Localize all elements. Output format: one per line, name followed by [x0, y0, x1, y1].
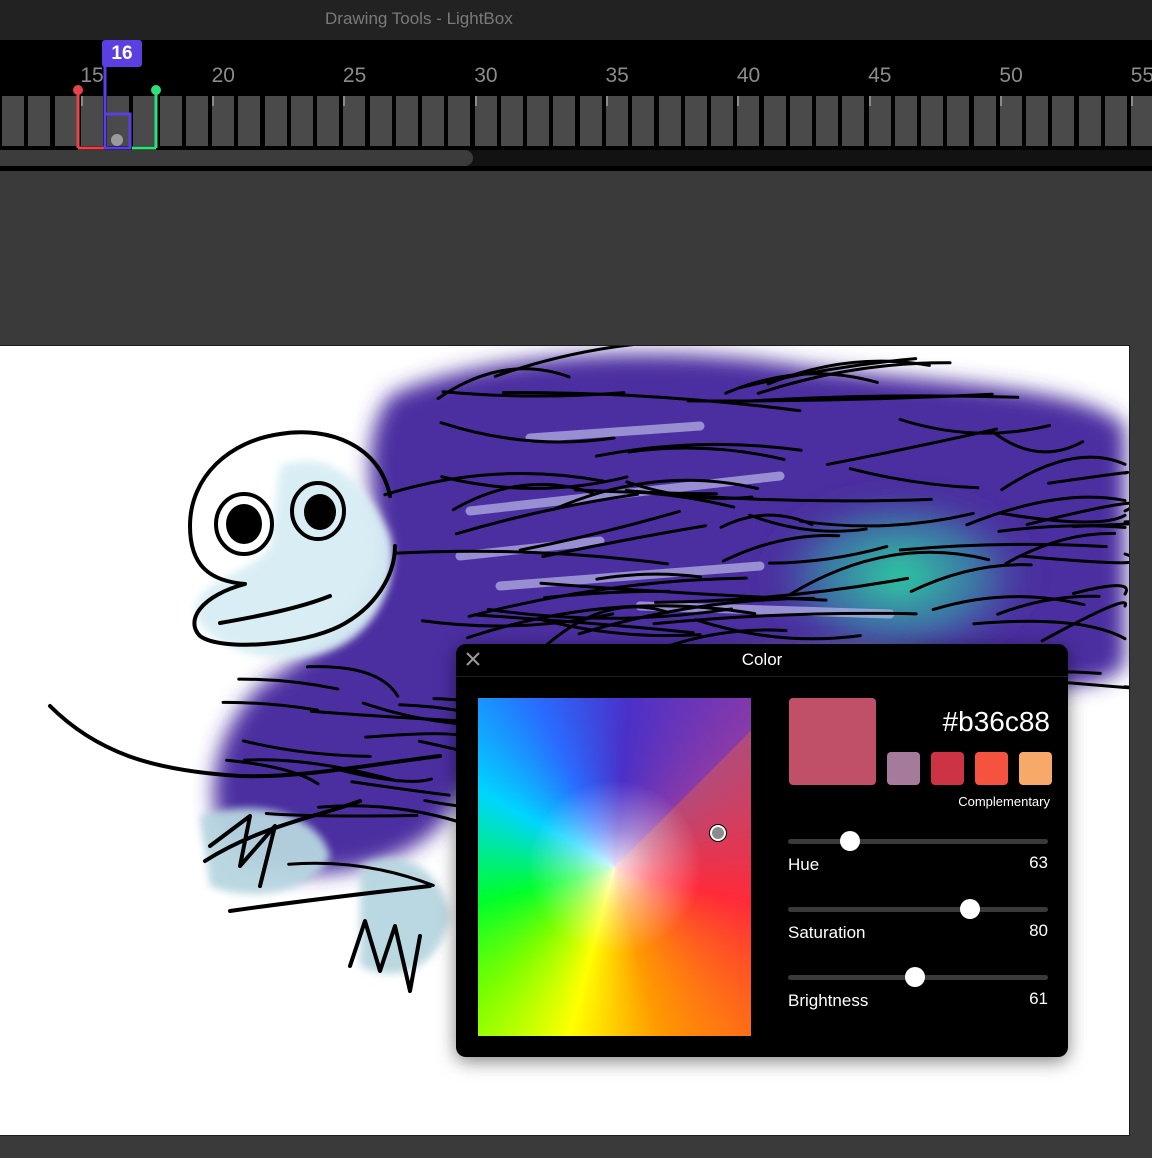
frame-tick [605, 96, 608, 106]
frame-tick [474, 96, 477, 106]
frame-tick [1131, 96, 1134, 106]
frame-cell[interactable] [1078, 96, 1101, 146]
slider-thumb-hue[interactable] [840, 831, 861, 851]
frame-cell[interactable] [763, 96, 786, 146]
slider-thumb-saturation[interactable] [960, 899, 980, 919]
frame-cell[interactable] [395, 96, 418, 146]
hex-value[interactable]: #b36c88 [886, 706, 1050, 738]
frame-cell[interactable] [684, 96, 707, 146]
frame-cell[interactable] [28, 96, 51, 146]
frame-cell[interactable] [947, 96, 970, 146]
frame-tick [868, 96, 871, 106]
frame-tick [737, 96, 740, 106]
frame-tick [343, 96, 346, 106]
color-panel-header: Color [456, 644, 1068, 677]
frame-cell[interactable] [317, 96, 340, 146]
frame-cell[interactable] [500, 96, 523, 146]
palette-swatch[interactable] [931, 752, 964, 785]
palette-caption: Complementary [958, 794, 1050, 809]
slider-label: Brightness [788, 991, 869, 1010]
current-color-swatch [789, 698, 876, 785]
frame-cell[interactable] [185, 96, 208, 146]
frame-cell[interactable] [264, 96, 287, 146]
color-panel-title: Color [741, 650, 783, 669]
frame-cell[interactable] [658, 96, 681, 146]
ruler-label: 20 [211, 64, 235, 87]
frame-cell[interactable] [894, 96, 917, 146]
ruler-label: 35 [605, 64, 629, 87]
frame-cell[interactable] [553, 96, 576, 146]
slider-value: 80 [1029, 921, 1048, 940]
slider-value: 63 [1029, 853, 1048, 872]
frame-cell[interactable] [605, 96, 628, 146]
palette-swatch[interactable] [975, 752, 1008, 785]
frame-cell[interactable] [816, 96, 839, 146]
timeline-scrollbar-thumb[interactable] [0, 150, 473, 166]
slider-track-hue[interactable] [788, 839, 1048, 844]
frame-cell[interactable] [1131, 96, 1152, 146]
frame-cell[interactable] [343, 96, 366, 146]
frame-cell[interactable] [999, 96, 1022, 146]
frame-cell[interactable] [711, 96, 734, 146]
window-title: Drawing Tools - LightBox [325, 9, 513, 28]
frame-cell[interactable] [789, 96, 812, 146]
frame-strip[interactable] [0, 96, 1152, 146]
frame-cell[interactable] [1104, 96, 1127, 146]
slider-track-saturation[interactable] [788, 907, 1048, 912]
frame-cell[interactable] [212, 96, 235, 146]
slider-label: Hue [788, 855, 820, 874]
frame-cell[interactable] [527, 96, 550, 146]
frame-cell[interactable] [422, 96, 445, 146]
slider-thumb-brightness[interactable] [905, 967, 926, 987]
ruler-label: 50 [999, 64, 1023, 87]
frame-cell[interactable] [842, 96, 865, 146]
ruler-label: 45 [868, 64, 892, 87]
slider-value: 61 [1029, 989, 1048, 1008]
frame-cell[interactable] [1026, 96, 1049, 146]
timeline[interactable]: 15 20 25 30 35 40 45 50 55 16 [0, 40, 1152, 171]
frame-cell[interactable] [579, 96, 602, 146]
frame-tick [999, 96, 1002, 106]
frame-cell[interactable] [238, 96, 261, 146]
playhead-bracket[interactable] [100, 60, 140, 152]
color-panel[interactable]: Color #b36c88 Complementary Hue 63 Saturat… [456, 644, 1068, 1057]
frame-cell[interactable] [448, 96, 471, 146]
title-bar: Drawing Tools - LightBox [0, 0, 1152, 40]
frame-cell[interactable] [973, 96, 996, 146]
ruler-label: 30 [474, 64, 498, 87]
ruler-label: 55 [1130, 64, 1152, 87]
frame-cell[interactable] [2, 96, 24, 146]
frame-cell[interactable] [868, 96, 891, 146]
frame-cell[interactable] [632, 96, 655, 146]
frame-cell[interactable] [921, 96, 944, 146]
ruler-label: 25 [342, 64, 367, 87]
color-field[interactable] [478, 698, 751, 1036]
palette-swatch[interactable] [887, 752, 920, 785]
frame-cell[interactable] [737, 96, 760, 146]
frame-cell[interactable] [290, 96, 313, 146]
current-frame-badge[interactable]: 16 [102, 40, 142, 67]
color-field-cursor[interactable] [710, 825, 726, 841]
drawing-canvas[interactable]: Color #b36c88 Complementary Hue 63 Saturat… [0, 339, 1152, 1136]
frame-cell[interactable] [1052, 96, 1075, 146]
frame-tick [212, 96, 215, 106]
slider-label: Saturation [788, 923, 866, 942]
frame-cell[interactable] [369, 96, 392, 146]
palette-swatch[interactable] [1019, 752, 1052, 785]
frame-cell[interactable] [474, 96, 497, 146]
ruler-label: 40 [736, 64, 761, 87]
